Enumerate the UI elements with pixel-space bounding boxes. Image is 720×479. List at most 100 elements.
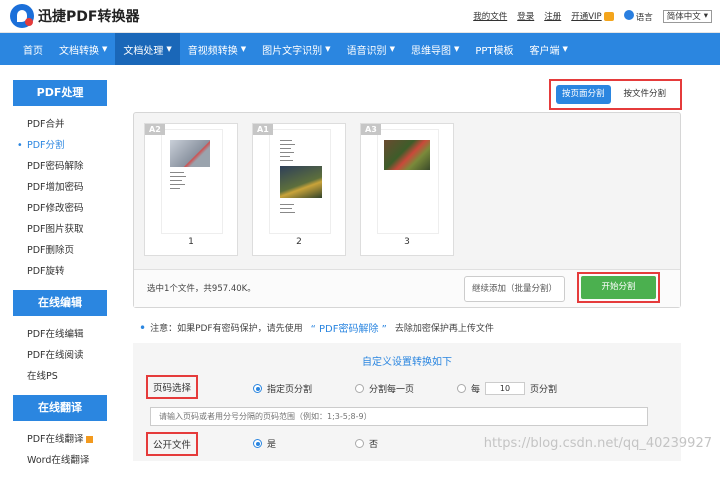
sidebar-item-pdf-translate-label: PDF在线翻译 xyxy=(27,434,84,445)
nav-speech-label: 语音识别 xyxy=(346,45,387,57)
caret-down-icon: ▼ xyxy=(562,45,568,53)
public-file-label: 公开文件 xyxy=(146,432,199,456)
page-size-tag: A3 xyxy=(361,124,381,135)
globe-icon xyxy=(623,9,634,20)
logo[interactable]: 迅捷PDF转换器 xyxy=(10,4,139,28)
nav-ppt-label: PPT模板 xyxy=(475,45,514,57)
page-number: 2 xyxy=(296,237,302,247)
vip-icon xyxy=(603,11,614,21)
nav-home-label: 首页 xyxy=(23,45,43,57)
login-link[interactable]: 登录 xyxy=(517,10,534,22)
page-range-input[interactable] xyxy=(150,407,648,426)
page-number: 1 xyxy=(188,237,194,247)
page-document xyxy=(161,129,223,234)
page-number: 3 xyxy=(404,237,410,247)
radio-public-yes[interactable]: 是 xyxy=(253,437,276,450)
open-vip-link[interactable]: 开通VIP xyxy=(571,10,614,22)
nav-ppt[interactable]: PPT模板 xyxy=(467,33,521,65)
nav-doc-process[interactable]: 文档处理 ▼ xyxy=(115,33,180,65)
register-link[interactable]: 注册 xyxy=(544,10,561,22)
radio-unchecked-icon xyxy=(457,384,466,393)
language-value: 简体中文 xyxy=(666,12,701,22)
radio-unchecked-icon xyxy=(355,384,364,393)
text-line xyxy=(170,172,184,173)
radio-checked-icon xyxy=(253,384,262,393)
radio-checked-icon xyxy=(253,439,262,448)
sidebar-item-pdf-translate[interactable]: PDF在线翻译 xyxy=(13,429,107,450)
sidebar-item-pdf-extract-images[interactable]: PDF图片获取 xyxy=(13,219,107,240)
page-size-tag: A1 xyxy=(253,124,273,135)
sidebar-item-pdf-delete-pages[interactable]: PDF删除页 xyxy=(13,240,107,261)
page-size-tag: A2 xyxy=(145,124,165,135)
notice-suffix: 去除加密保护再上传文件 xyxy=(394,324,494,334)
caret-down-icon: ▼ xyxy=(453,45,460,53)
page-image xyxy=(280,166,322,198)
sidebar-item-pdf-online-read[interactable]: PDF在线阅读 xyxy=(13,345,107,366)
radio-specified-pages[interactable]: 指定页分割 xyxy=(253,382,312,395)
text-line xyxy=(280,208,292,209)
text-line xyxy=(280,212,295,213)
page-thumbnail-2[interactable]: A1 2 xyxy=(252,123,346,256)
caret-down-icon: ▼ xyxy=(102,45,108,53)
nav-mindmap[interactable]: 思维导图 ▼ xyxy=(403,33,467,65)
continue-add-button[interactable]: 继续添加（批量分割） xyxy=(464,276,565,302)
nav-av-convert-label: 音视频转换 xyxy=(187,45,238,57)
nav-home[interactable]: 首页 xyxy=(15,33,51,65)
text-line xyxy=(280,152,294,153)
radio-public-no-label: 否 xyxy=(369,440,379,450)
text-line xyxy=(280,148,291,149)
chevron-down-icon: ▾ xyxy=(703,11,708,21)
sidebar-item-pdf-change-password[interactable]: PDF修改密码 xyxy=(13,198,107,219)
nav-doc-convert[interactable]: 文档转换 ▼ xyxy=(51,33,115,65)
sidebar-group-translate: 在线翻译 PDF在线翻译 Word在线翻译 xyxy=(13,395,107,471)
nav-av-convert[interactable]: 音视频转换 ▼ xyxy=(180,33,254,65)
sidebar-head-pdf: PDF处理 xyxy=(13,80,107,106)
radio-every-n-pages[interactable]: 每 10 页分割 xyxy=(457,382,557,395)
page-thumbnail-1[interactable]: A2 1 xyxy=(144,123,238,256)
watermark: https://blog.csdn.net/qq_40239927 xyxy=(483,436,712,451)
page-document xyxy=(269,129,331,234)
tab-split-by-page[interactable]: 按页面分割 xyxy=(556,85,611,104)
text-line xyxy=(280,156,290,157)
top-links: 我的文件 登录 注册 开通VIP 语言 简体中文 ▾ xyxy=(473,9,712,23)
sidebar-item-pdf-merge[interactable]: PDF合并 xyxy=(13,114,107,135)
page-image xyxy=(170,140,210,167)
sidebar-item-pdf-online-edit[interactable]: PDF在线编辑 xyxy=(13,324,107,345)
text-line xyxy=(280,140,292,141)
my-files-link[interactable]: 我的文件 xyxy=(473,10,507,22)
caret-down-icon: ▼ xyxy=(240,45,247,53)
language-select[interactable]: 简体中文 ▾ xyxy=(662,9,712,23)
start-split-button[interactable]: 开始分割 xyxy=(581,276,656,299)
tab-split-by-file[interactable]: 按文件分割 xyxy=(618,85,673,104)
sidebar-group-pdf: PDF处理 PDF合并 PDF分割 PDF密码解除 PDF增加密码 PDF修改密… xyxy=(13,80,107,282)
language-control: 语言 xyxy=(623,9,653,23)
radio-public-no[interactable]: 否 xyxy=(355,437,378,450)
caret-down-icon: ▼ xyxy=(166,45,172,53)
page-thumbnail-3[interactable]: A3 3 xyxy=(360,123,454,256)
caret-down-icon: ▼ xyxy=(325,45,331,53)
text-line xyxy=(170,180,182,181)
sidebar-item-pdf-rotate[interactable]: PDF旋转 xyxy=(13,261,107,282)
radio-each-page-label: 分割每一页 xyxy=(369,385,415,395)
radio-each-page[interactable]: 分割每一页 xyxy=(355,382,414,395)
sidebar-item-pdf-add-password[interactable]: PDF增加密码 xyxy=(13,177,107,198)
file-preview-panel: A2 1 A1 2 A3 3 选中1个文件，共957.40K。 继续添加（批量分… xyxy=(133,112,681,308)
text-line xyxy=(280,160,293,161)
sidebar: PDF处理 PDF合并 PDF分割 PDF密码解除 PDF增加密码 PDF修改密… xyxy=(13,80,107,479)
nav-ocr[interactable]: 图片文字识别 ▼ xyxy=(254,33,338,65)
nav-client[interactable]: 客户端 ▼ xyxy=(522,33,576,65)
every-n-pages-input[interactable]: 10 xyxy=(485,382,526,395)
nav-speech[interactable]: 语音识别 ▼ xyxy=(339,33,403,65)
radio-specified-pages-label: 指定页分割 xyxy=(267,385,313,395)
nav-ocr-label: 图片文字识别 xyxy=(262,45,323,57)
sidebar-item-online-ps[interactable]: 在线PS xyxy=(13,366,107,387)
top-bar: 迅捷PDF转换器 我的文件 登录 注册 开通VIP 语言 简体中文 ▾ xyxy=(0,0,720,33)
sidebar-item-pdf-unlock[interactable]: PDF密码解除 xyxy=(13,156,107,177)
password-notice: • 注意：如果PDF有密码保护，请先使用 “ PDF密码解除 ” 去除加密保护再… xyxy=(139,320,494,336)
file-info-text: 选中1个文件，共957.40K。 xyxy=(147,284,256,294)
sidebar-item-pdf-split[interactable]: PDF分割 xyxy=(13,135,107,156)
bullet-icon: • xyxy=(139,320,147,335)
text-line xyxy=(280,204,294,205)
pdf-unlock-link[interactable]: “ PDF密码解除 ” xyxy=(311,320,387,335)
start-split-highlight: 开始分割 xyxy=(577,272,660,303)
